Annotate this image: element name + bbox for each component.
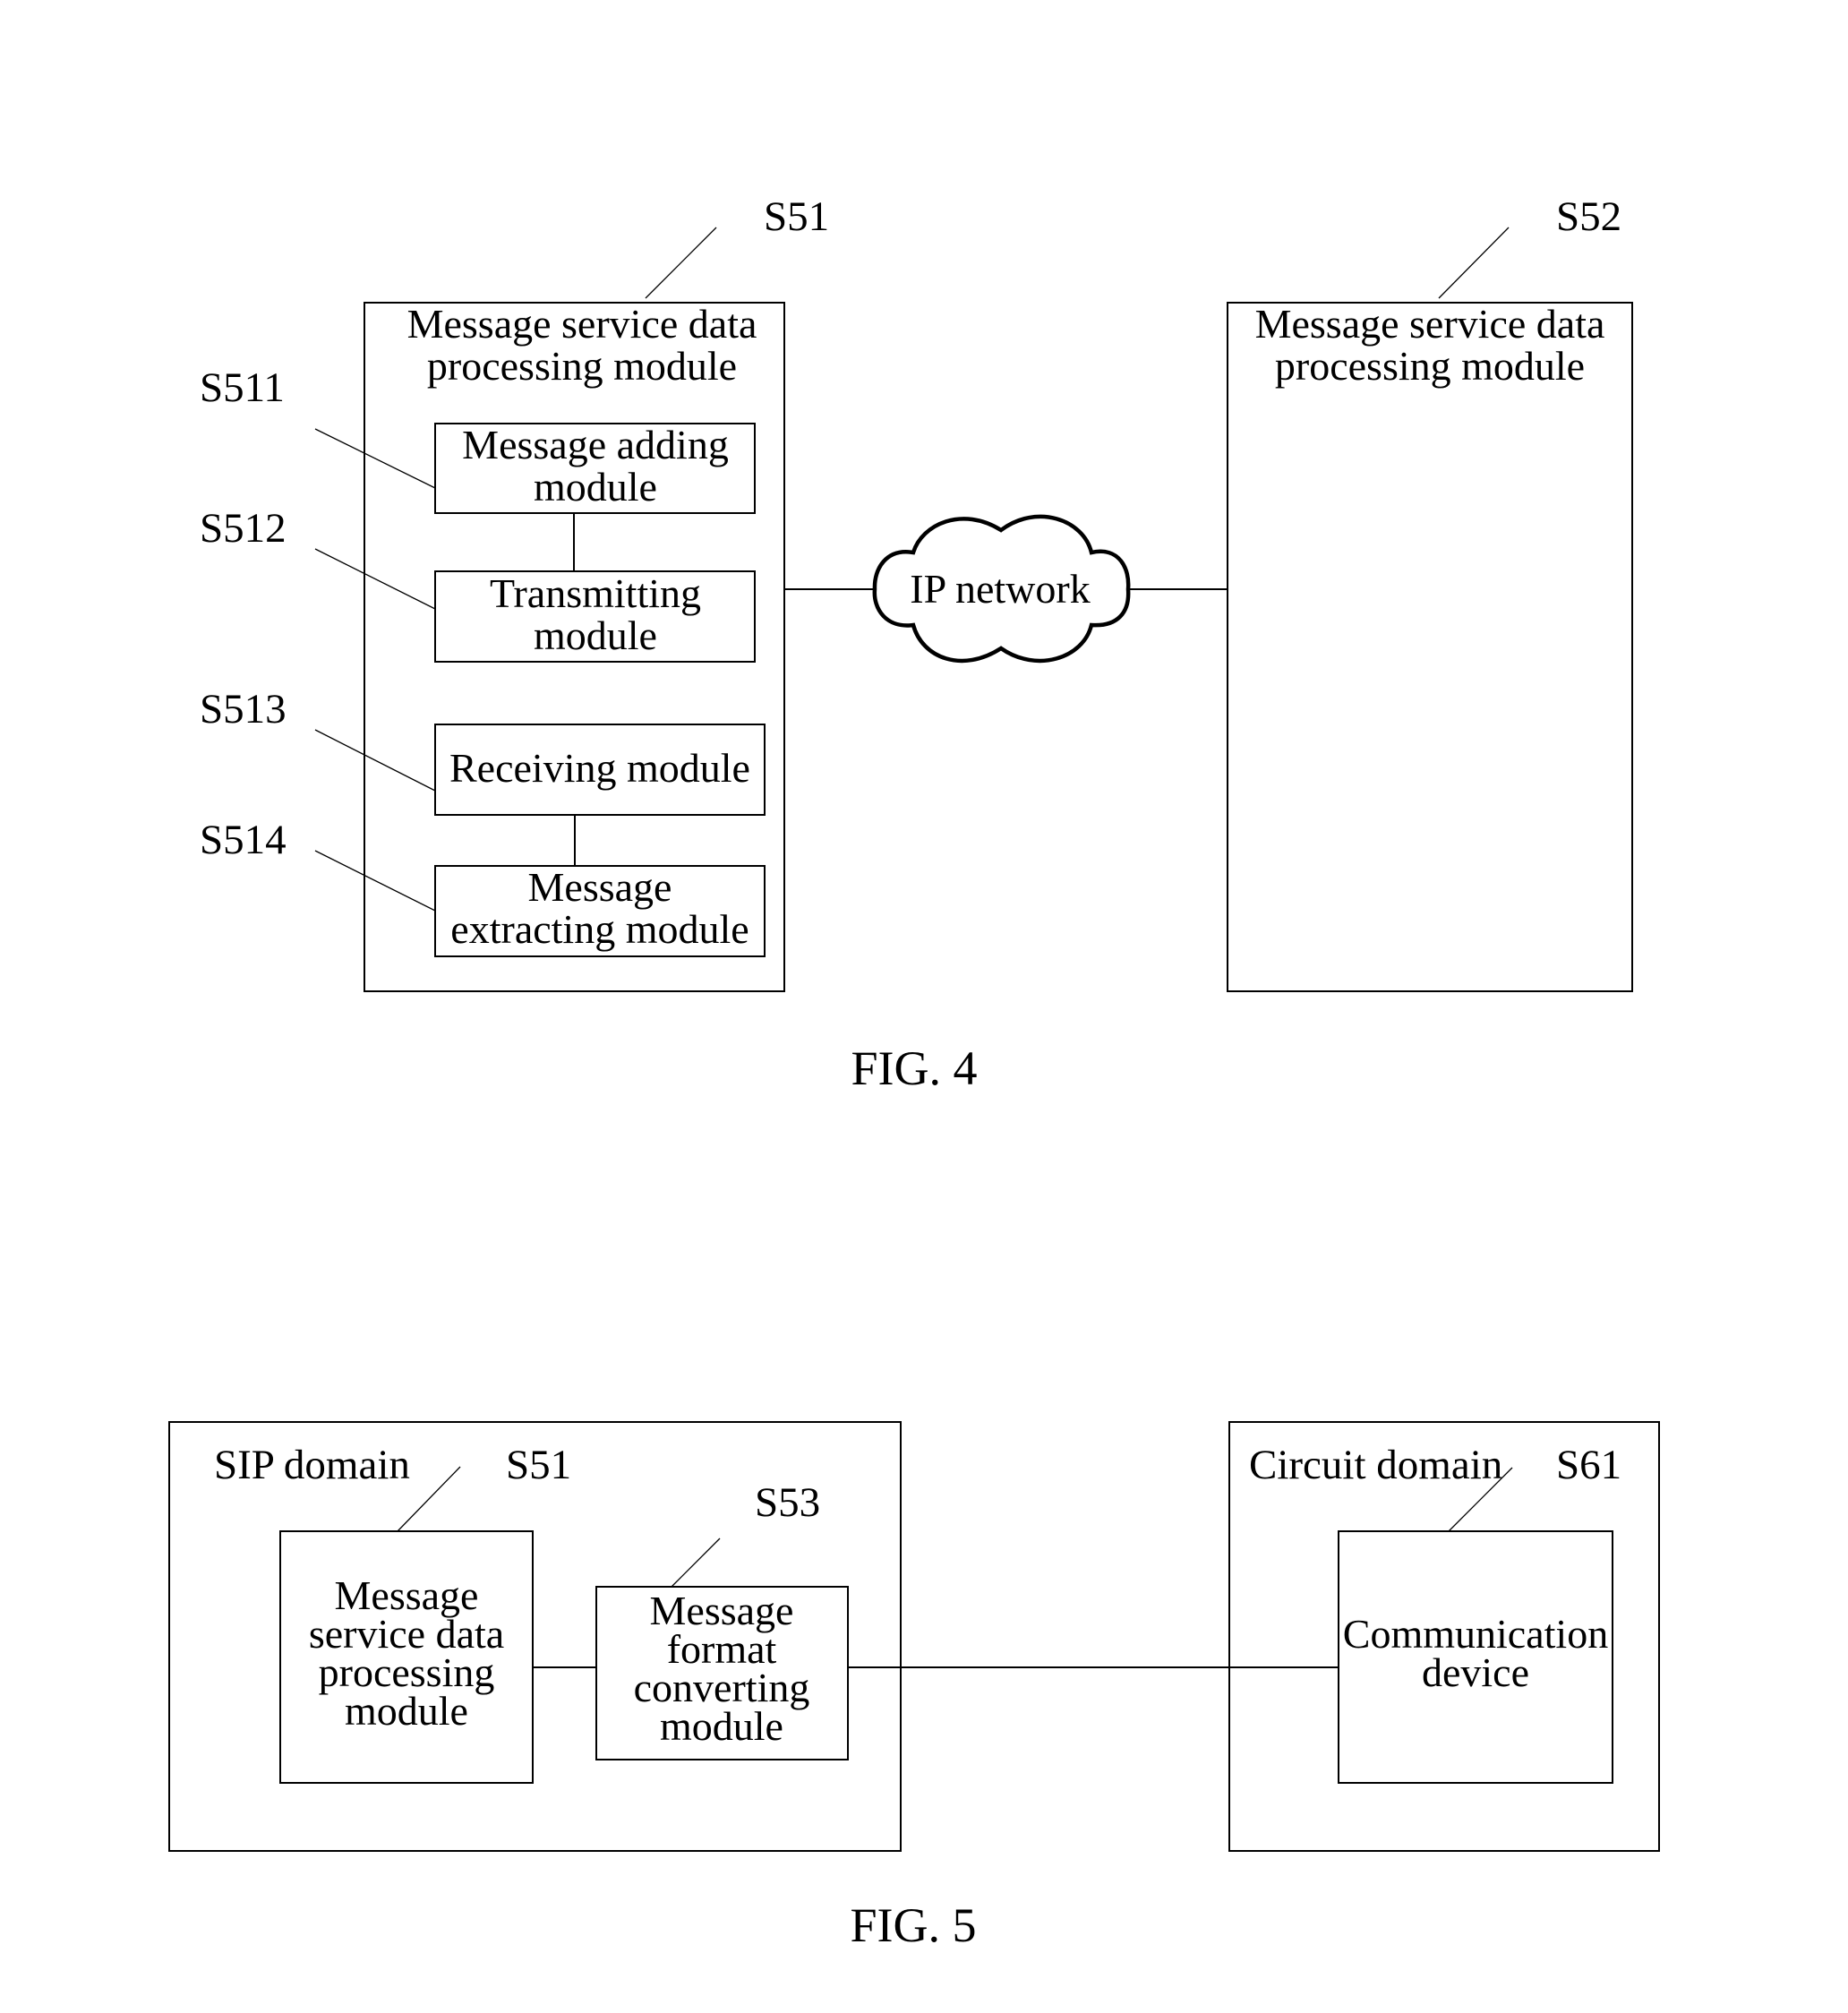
- s513-leader-line: [314, 729, 436, 792]
- s513-ref-label: S513: [200, 686, 287, 732]
- s512-leader-line: [314, 548, 436, 610]
- s51-title-line2: processing module: [427, 343, 737, 389]
- s61-line2: device: [1422, 1649, 1529, 1695]
- fig5: SIP domain Message service data processi…: [168, 1421, 1660, 1952]
- ip-network-label: IP network: [910, 566, 1090, 612]
- circuit-domain-label: Circuit domain: [1249, 1442, 1502, 1488]
- s53-module: Message format converting module S53: [595, 1479, 849, 1760]
- fig5-s51-line4: module: [345, 1688, 468, 1734]
- s52-title-line2: processing module: [1275, 343, 1585, 389]
- fig5-s51-module: Message service data processing module S…: [279, 1442, 571, 1784]
- s61-ref-label: S61: [1556, 1442, 1621, 1488]
- s514-line1: Message: [528, 864, 672, 910]
- s53-line4: module: [660, 1703, 783, 1749]
- s52-title-line1: Message service data: [1255, 301, 1605, 347]
- s512-module: Transmitting module S512: [200, 505, 756, 663]
- s512-line2: module: [534, 612, 657, 658]
- ip-network: IP network: [872, 514, 1131, 664]
- s51-title-line1: Message service data: [407, 301, 757, 347]
- s514-module: Message extracting module S514: [200, 817, 766, 957]
- s51-leader-line: [645, 227, 717, 299]
- s52-ref-label: S52: [1556, 193, 1621, 240]
- s61-module: Communication device S61: [1338, 1442, 1621, 1784]
- s512-ref-label: S512: [200, 505, 287, 552]
- s511-line1: Message adding: [462, 422, 729, 467]
- fig5-caption: FIG. 5: [850, 1898, 976, 1952]
- s511-leader-line: [314, 428, 436, 489]
- s511-ref-label: S511: [200, 364, 285, 411]
- s513-line1: Receiving module: [449, 745, 750, 791]
- s53-leader-line: [671, 1538, 721, 1588]
- s513-module: Receiving module S513: [200, 686, 766, 816]
- s514-line2: extracting module: [450, 906, 749, 952]
- sip-domain-label: SIP domain: [214, 1442, 410, 1488]
- s51-ref-label: S51: [764, 193, 829, 240]
- patent-figures: Message service data processing module S…: [168, 193, 1660, 1952]
- s53-ref-label: S53: [755, 1479, 820, 1526]
- s52-box: [1227, 302, 1633, 992]
- fig4: Message service data processing module S…: [200, 193, 1633, 1095]
- circuit-domain: Circuit domain Communication device S61: [1228, 1421, 1660, 1852]
- s52-leader-line: [1438, 227, 1510, 299]
- fig4-caption: FIG. 4: [851, 1041, 977, 1095]
- s514-leader-line: [314, 850, 436, 912]
- s512-line1: Transmitting: [490, 570, 701, 616]
- sip-domain: SIP domain Message service data processi…: [168, 1421, 902, 1852]
- s514-ref-label: S514: [200, 817, 287, 863]
- s52-module: Message service data processing module S…: [1227, 193, 1633, 992]
- s511-line2: module: [534, 464, 657, 510]
- fig5-s51-ref-label: S51: [506, 1442, 571, 1488]
